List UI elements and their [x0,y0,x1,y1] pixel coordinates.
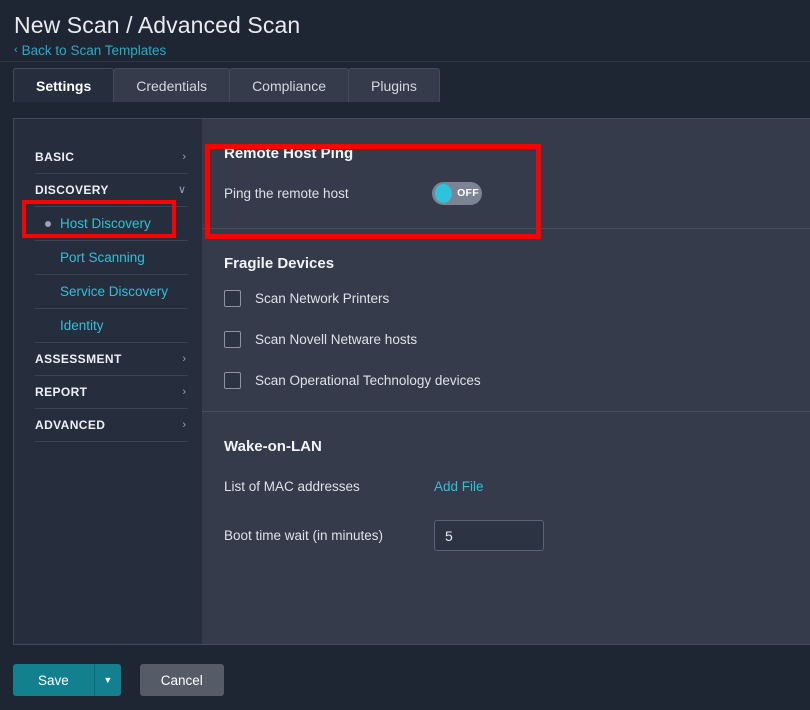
settings-sidebar: BASIC › DISCOVERY ∨ Host Discovery Port … [14,119,202,644]
sidebar-item-host-discovery[interactable]: Host Discovery [35,207,188,241]
sidebar-item-port-scanning[interactable]: Port Scanning [35,241,188,275]
sidebar-item-identity-label: Identity [60,318,104,333]
checkbox-icon[interactable] [224,372,241,389]
checkbox-scan-novell-netware-hosts[interactable]: Scan Novell Netware hosts [224,331,810,348]
sidebar-group-report-label: REPORT [35,385,87,399]
section-wake-on-lan: Wake-on-LAN List of MAC addresses Add Fi… [202,411,810,573]
save-button-group: Save ▼ [13,664,121,696]
page-title: New Scan / Advanced Scan [14,10,810,40]
back-to-scan-templates-link[interactable]: ‹ Back to Scan Templates [14,43,166,58]
sidebar-item-service-discovery[interactable]: Service Discovery [35,275,188,309]
chevron-right-icon: › [182,420,186,431]
boot-time-wait-row: Boot time wait (in minutes) [224,520,810,551]
sidebar-group-basic[interactable]: BASIC › [35,141,188,174]
add-file-link[interactable]: Add File [434,479,484,494]
toggle-state-label: OFF [457,187,479,199]
checkbox-scan-operational-technology-devices-label: Scan Operational Technology devices [255,373,481,388]
sidebar-group-advanced[interactable]: ADVANCED › [35,409,188,442]
sidebar-item-identity[interactable]: Identity [35,309,188,343]
sidebar-group-assessment-label: ASSESSMENT [35,352,122,366]
back-link-label: Back to Scan Templates [22,43,167,58]
chevron-left-icon: ‹ [14,45,18,56]
wake-on-lan-title: Wake-on-LAN [224,438,810,455]
chevron-right-icon: › [182,354,186,365]
tab-compliance[interactable]: Compliance [229,68,349,102]
boot-time-wait-label: Boot time wait (in minutes) [224,528,434,543]
sidebar-group-assessment[interactable]: ASSESSMENT › [35,343,188,376]
chevron-right-icon: › [182,152,186,163]
chevron-down-icon: ▼ [103,675,112,685]
ping-remote-host-label: Ping the remote host [224,186,432,201]
sidebar-item-port-scanning-label: Port Scanning [60,250,145,265]
checkbox-scan-network-printers[interactable]: Scan Network Printers [224,290,810,307]
section-fragile-devices: Fragile Devices Scan Network Printers Sc… [202,228,810,411]
sidebar-group-advanced-label: ADVANCED [35,418,105,432]
ping-remote-host-row: Ping the remote host OFF [224,180,810,206]
settings-content: Remote Host Ping Ping the remote host OF… [202,119,810,644]
tab-bar: Settings Credentials Compliance Plugins [0,68,810,102]
toggle-knob-icon [435,184,452,203]
chevron-right-icon: › [182,387,186,398]
sidebar-group-report[interactable]: REPORT › [35,376,188,409]
tab-credentials[interactable]: Credentials [113,68,230,102]
checkbox-scan-network-printers-label: Scan Network Printers [255,291,389,306]
sidebar-group-discovery-label: DISCOVERY [35,183,109,197]
section-remote-host-ping: Remote Host Ping Ping the remote host OF… [202,119,810,228]
settings-card: BASIC › DISCOVERY ∨ Host Discovery Port … [13,118,810,645]
checkbox-icon[interactable] [224,290,241,307]
cancel-button[interactable]: Cancel [140,664,224,696]
sidebar-item-host-discovery-label: Host Discovery [60,216,151,231]
checkbox-icon[interactable] [224,331,241,348]
selected-dot-icon [45,221,51,227]
chevron-down-icon: ∨ [178,185,186,196]
save-dropdown-button[interactable]: ▼ [94,664,121,696]
mac-addresses-label: List of MAC addresses [224,479,434,494]
ping-remote-host-toggle[interactable]: OFF [432,182,482,205]
boot-time-wait-input[interactable] [434,520,544,551]
checkbox-scan-novell-netware-hosts-label: Scan Novell Netware hosts [255,332,417,347]
footer-actions: Save ▼ Cancel [13,664,224,696]
tab-settings[interactable]: Settings [13,68,114,102]
page-header: New Scan / Advanced Scan ‹ Back to Scan … [0,0,810,62]
fragile-devices-title: Fragile Devices [224,255,810,272]
sidebar-group-discovery[interactable]: DISCOVERY ∨ [35,174,188,207]
remote-host-ping-title: Remote Host Ping [224,145,810,162]
checkbox-scan-operational-technology-devices[interactable]: Scan Operational Technology devices [224,372,810,389]
sidebar-item-service-discovery-label: Service Discovery [60,284,168,299]
save-button[interactable]: Save [13,664,94,696]
sidebar-group-basic-label: BASIC [35,150,74,164]
mac-addresses-row: List of MAC addresses Add File [224,473,810,499]
tab-plugins[interactable]: Plugins [348,68,440,102]
